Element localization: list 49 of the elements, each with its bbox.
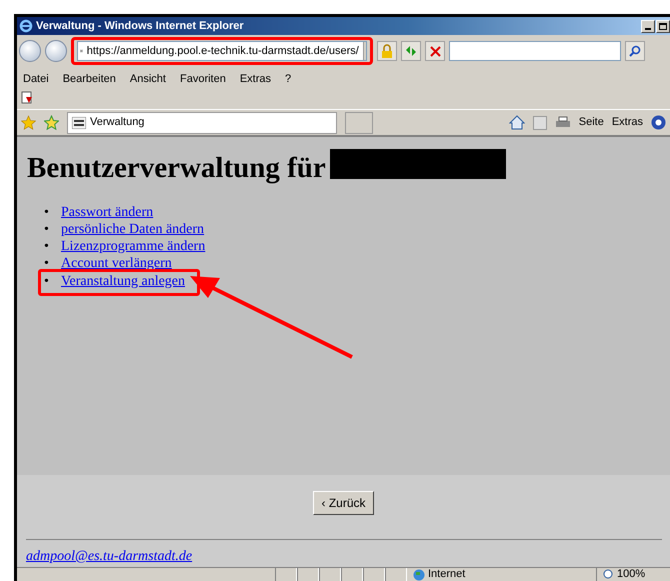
star-icon[interactable] <box>21 115 36 130</box>
email-link[interactable]: admpool@es.tu-darmstadt.de <box>26 546 192 567</box>
maximize-button[interactable] <box>656 20 670 32</box>
zone-label: Internet <box>428 567 466 581</box>
add-favorite-icon[interactable] <box>44 115 59 130</box>
menu-link[interactable]: Passwort ändern <box>61 204 154 220</box>
list-bullet: • <box>44 204 50 221</box>
stop-button[interactable] <box>425 41 445 61</box>
browser-logo-icon <box>19 19 33 33</box>
security-button[interactable] <box>377 41 397 61</box>
toolbar-menu[interactable]: Seite <box>578 114 604 131</box>
list-bullet: • <box>44 220 50 238</box>
back-button[interactable] <box>19 40 41 62</box>
zoom-icon[interactable] <box>603 569 614 580</box>
page-heading: Benutzerverwaltung für <box>27 151 326 186</box>
search-button[interactable] <box>625 41 645 61</box>
list-bullet: • <box>44 254 50 272</box>
home-icon[interactable] <box>508 115 525 130</box>
menu-item[interactable]: ? <box>285 71 292 88</box>
back-button[interactable]: ‹ Zurück <box>313 491 374 515</box>
refresh-icon <box>404 45 418 57</box>
search-icon <box>629 45 641 57</box>
minimize-button[interactable] <box>641 20 655 32</box>
lock-icon <box>380 44 394 58</box>
menu-item[interactable]: Extras <box>240 71 272 88</box>
globe-icon <box>413 568 425 580</box>
forward-button[interactable] <box>45 40 67 62</box>
refresh-button[interactable] <box>401 41 421 61</box>
menu-item[interactable]: Favoriten <box>180 71 226 88</box>
zoom-level[interactable]: 100% <box>617 566 646 581</box>
list-bullet: • <box>44 272 50 290</box>
close-icon <box>430 46 440 56</box>
menu-item[interactable]: Datei <box>23 71 49 88</box>
help-icon[interactable] <box>651 115 666 130</box>
toolbar-menu[interactable]: Extras <box>612 114 643 131</box>
menu-item[interactable]: Bearbeiten <box>62 71 116 88</box>
menu-link[interactable]: Lizenzprogramme ändern <box>61 238 206 254</box>
url-text: https://anmeldung.pool.e-technik.tu-darmstadt.de/users/ <box>86 44 359 59</box>
address-field[interactable]: https://anmeldung.pool.e-technik.tu-darmstadt.de/users/ <box>77 41 367 61</box>
list-bullet: • <box>44 238 50 255</box>
browser-tab[interactable]: Verwaltung <box>67 112 337 134</box>
search-field[interactable] <box>449 41 621 61</box>
menu-item[interactable]: Ansicht <box>130 71 166 88</box>
printer-icon[interactable] <box>554 116 571 130</box>
window-title: Verwaltung - Windows Internet Explorer <box>36 18 244 34</box>
menu-link[interactable]: Veranstaltung anlegen <box>61 274 186 289</box>
menu-link[interactable]: Account verlängern <box>61 256 172 271</box>
menu-link[interactable]: persönliche Daten ändern <box>61 222 204 237</box>
favicon-icon <box>72 116 86 128</box>
